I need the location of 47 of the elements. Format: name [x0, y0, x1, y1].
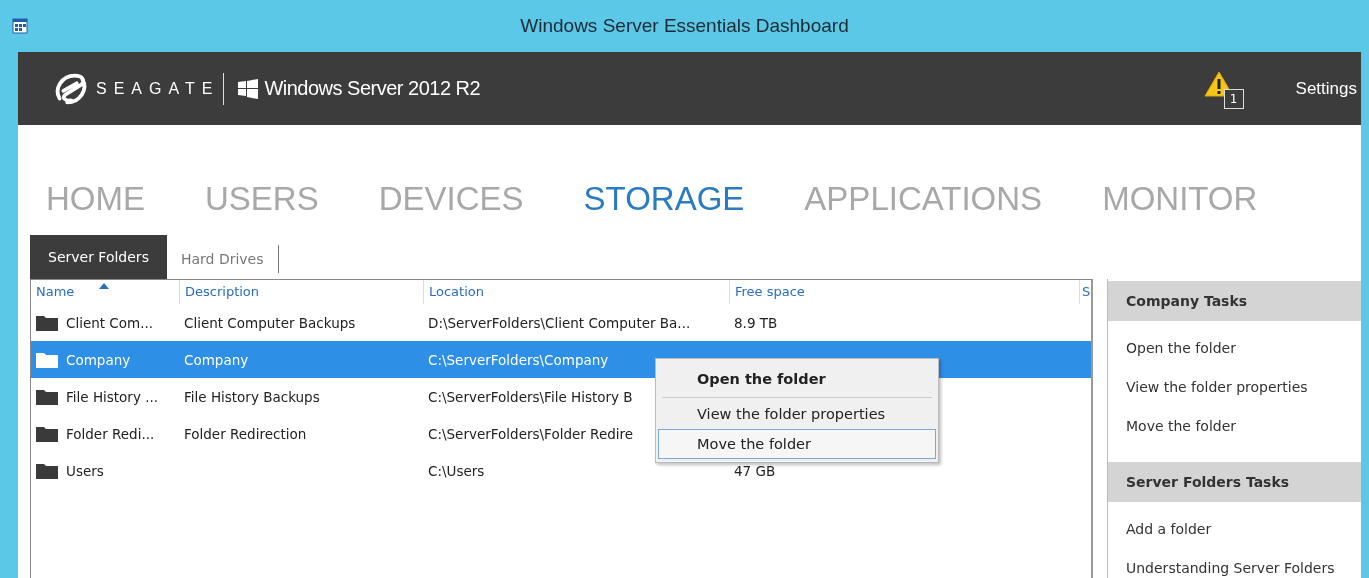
table-cell: 47 GB — [734, 462, 776, 479]
alert-button[interactable]: 1 — [1203, 66, 1250, 111]
table-cell: D:\ServerFolders\Client Computer Ba... — [428, 314, 691, 331]
table-cell: File History Backups — [184, 388, 320, 405]
table-cell: Company — [184, 351, 249, 368]
column-header[interactable]: Free space — [729, 280, 1079, 304]
table-cell[interactable]: File History ... — [66, 388, 159, 405]
window-title: Windows Server Essentials Dashboard — [519, 15, 850, 37]
sort-arrow-icon — [99, 283, 109, 289]
product-name: Windows Server 2012 R2 — [264, 77, 481, 100]
task-link[interactable]: Open the folder — [1126, 329, 1361, 368]
folder-icon — [36, 462, 58, 479]
column-header[interactable]: Location — [423, 280, 729, 304]
alert-count: 1 — [1223, 88, 1244, 109]
tasks-heading: Company Tasks — [1108, 281, 1361, 321]
task-link[interactable]: Add a folder — [1126, 510, 1361, 549]
tasks-heading: Server Folders Tasks — [1108, 462, 1361, 502]
table-cell: C:\ServerFolders\Folder Redire — [428, 425, 634, 442]
folder-icon — [36, 425, 58, 442]
table-cell: C:\ServerFolders\Company — [428, 351, 609, 368]
table-cell[interactable]: Folder Redi... — [66, 425, 155, 442]
brand-name: SEAGATE — [96, 79, 220, 98]
table-cell: Client Computer Backups — [184, 314, 356, 331]
menu-item[interactable]: View the folder properties — [658, 399, 936, 429]
sub-tab[interactable]: Hard Drives — [166, 245, 279, 273]
task-link[interactable]: Move the folder — [1126, 407, 1361, 446]
table-cell: C:\ServerFolders\File History B — [428, 388, 633, 405]
column-header[interactable]: Name — [31, 280, 179, 304]
column-header[interactable]: S — [1079, 280, 1089, 304]
task-link[interactable]: Understanding Server Folders — [1126, 549, 1361, 578]
table-cell[interactable]: Client Com... — [66, 314, 154, 331]
table-cell: 8.9 TB — [734, 314, 778, 331]
table-cell: C:\Users — [428, 462, 485, 479]
folder-icon — [36, 351, 58, 368]
windows-logo-icon — [238, 78, 259, 99]
column-header[interactable]: Description — [179, 280, 423, 304]
folder-icon — [36, 388, 58, 405]
task-link[interactable]: View the folder properties — [1126, 368, 1361, 407]
table-cell: Folder Redirection — [184, 425, 307, 442]
menu-item[interactable]: Open the folder — [658, 362, 936, 396]
settings-link[interactable]: Settings — [1295, 78, 1357, 99]
folder-icon — [36, 314, 58, 331]
sub-tab[interactable]: Server Folders — [30, 235, 167, 279]
table-cell[interactable]: Users — [66, 462, 104, 479]
nav-tab[interactable]: STORAGE — [583, 180, 745, 218]
app-icon — [12, 18, 28, 34]
menu-item[interactable]: Move the folder — [658, 429, 936, 459]
